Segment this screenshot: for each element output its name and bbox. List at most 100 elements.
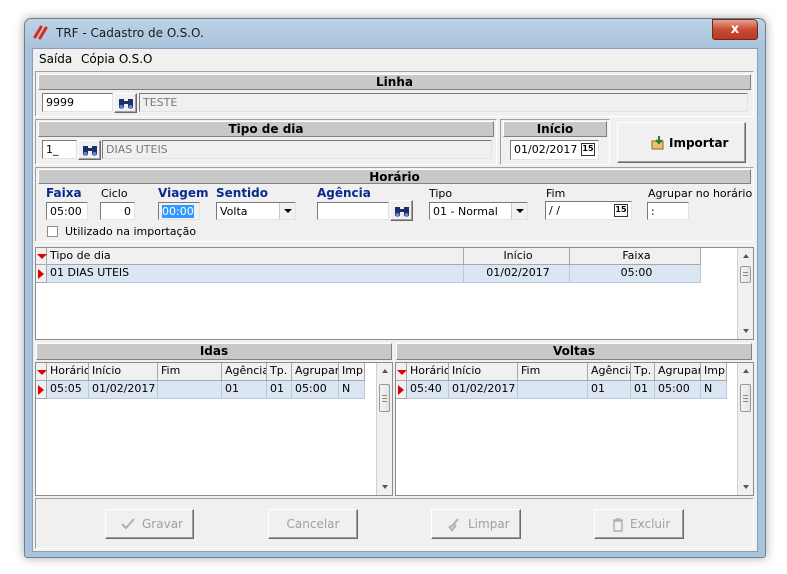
grip-line (743, 272, 748, 273)
row-indicator (396, 381, 407, 399)
table-cell[interactable]: 01 (631, 381, 655, 399)
grip-line (382, 395, 387, 396)
voltas-col-fim[interactable]: Fim (518, 363, 588, 381)
agencia-input[interactable] (317, 202, 389, 220)
agrupar-input[interactable]: : (647, 202, 689, 220)
sentido-dropdown-button[interactable] (279, 203, 295, 219)
linha-lookup-button[interactable] (114, 93, 137, 113)
sort-indicator-icon (37, 370, 47, 375)
table-cell[interactable]: N (701, 381, 727, 399)
fim-calendar-icon[interactable]: 15 (614, 204, 628, 217)
voltas-col-agencia[interactable]: Agência (588, 363, 631, 381)
tipo-select[interactable]: 01 - Normal (429, 202, 528, 220)
tipo-grid-scrollbar[interactable] (737, 248, 753, 339)
faixa-label: Faixa (46, 186, 82, 200)
linha-code-input[interactable]: 9999 (42, 93, 113, 112)
voltas-col-tp[interactable]: Tp. (631, 363, 655, 381)
idas-col-fim[interactable]: Fim (158, 363, 222, 381)
scroll-down-icon[interactable] (743, 485, 749, 489)
idas-col-imp[interactable]: Imp. (339, 363, 365, 381)
ciclo-input[interactable]: 0 (100, 202, 135, 220)
tipo-dia-lookup-button[interactable] (78, 140, 101, 160)
voltas-col-imp[interactable]: Imp. (701, 363, 727, 381)
table-cell[interactable]: 05:00 (292, 381, 339, 399)
voltas-col-horario[interactable]: Horário (407, 363, 449, 381)
idas-col-agrupar[interactable]: Agrupar (292, 363, 339, 381)
row-indicator (36, 265, 47, 283)
gravar-button[interactable]: Gravar (105, 509, 194, 539)
agencia-lookup-button[interactable] (390, 200, 413, 221)
current-row-icon (38, 385, 44, 395)
col-faixa[interactable]: Faixa (570, 248, 701, 265)
scroll-down-icon[interactable] (743, 329, 749, 333)
table-cell[interactable]: 05:00 (570, 265, 701, 283)
scroll-down-icon[interactable] (382, 485, 388, 489)
table-cell[interactable] (158, 381, 222, 399)
scroll-up-icon[interactable] (743, 369, 749, 373)
binoculars-icon (119, 99, 133, 109)
scroll-up-icon[interactable] (743, 254, 749, 258)
menu-copia-oso[interactable]: Cópia O.S.O (81, 52, 153, 66)
menu-saida[interactable]: Saída (39, 52, 72, 66)
table-cell[interactable]: 05:00 (655, 381, 701, 399)
excluir-button[interactable]: Excluir (594, 509, 684, 539)
limpar-button[interactable]: Limpar (431, 509, 521, 539)
idas-col-horario[interactable]: Horário (47, 363, 89, 381)
table-row[interactable]: 05:05 (47, 381, 89, 399)
idas-header: Idas (36, 343, 392, 360)
linha-name-field: TESTE (139, 93, 748, 112)
table-cell[interactable]: 01/02/2017 (449, 381, 518, 399)
table-cell[interactable] (518, 381, 588, 399)
table-cell[interactable]: 01/02/2017 (464, 265, 570, 283)
utilizado-label: Utilizado na importação (65, 225, 197, 238)
tipo-dia-code-input[interactable]: 1_ (42, 140, 77, 159)
faixa-input[interactable]: 05:00 (46, 202, 88, 220)
voltas-scrollbar[interactable] (737, 363, 753, 495)
chevron-down-icon (284, 209, 292, 213)
utilizado-checkbox[interactable] (47, 226, 58, 237)
table-row[interactable]: 05:40 (407, 381, 449, 399)
viagem-input[interactable]: 00:00 (158, 202, 200, 220)
table-cell[interactable]: 01 (267, 381, 292, 399)
table-row[interactable]: 01 DIAS UTEIS (47, 265, 464, 283)
idas-scrollbar[interactable] (376, 363, 392, 495)
trash-icon (613, 518, 623, 532)
tipo-dropdown-button[interactable] (511, 203, 527, 219)
inicio-date-text: 01/02/2017 (514, 143, 578, 156)
scroll-thumb[interactable] (740, 266, 751, 283)
idas-col-agencia[interactable]: Agência (222, 363, 267, 381)
calendar-icon[interactable]: 15 (581, 143, 595, 156)
grip-line (743, 401, 748, 402)
voltas-col-inicio[interactable]: Início (449, 363, 518, 381)
grip-line (743, 398, 748, 399)
cancelar-button[interactable]: Cancelar (268, 509, 358, 539)
voltas-grid-corner (396, 363, 407, 381)
col-tipo-dia[interactable]: Tipo de dia (47, 248, 464, 265)
row-indicator (36, 381, 47, 399)
viagem-value: 00:00 (162, 205, 194, 218)
excluir-label: Excluir (630, 517, 671, 531)
table-cell[interactable]: 01 (588, 381, 631, 399)
cancelar-label: Cancelar (286, 517, 340, 531)
linha-header: Linha (38, 74, 751, 90)
col-inicio[interactable]: Início (464, 248, 570, 265)
scroll-thumb[interactable] (379, 384, 390, 412)
sentido-select[interactable]: Volta (216, 202, 296, 220)
importar-button[interactable]: Importar (617, 122, 746, 163)
agrupar-label: Agrupar no horário (648, 187, 753, 200)
scroll-up-icon[interactable] (382, 369, 388, 373)
scroll-thumb[interactable] (740, 384, 751, 412)
grid-corner (36, 248, 47, 265)
close-button[interactable]: x (712, 19, 758, 40)
idas-col-tp[interactable]: Tp. (267, 363, 292, 381)
idas-grid-corner (36, 363, 47, 381)
sentido-label: Sentido (216, 186, 269, 200)
idas-col-inicio[interactable]: Início (89, 363, 158, 381)
voltas-col-agrupar[interactable]: Agrupar (655, 363, 701, 381)
table-cell[interactable]: 01 (222, 381, 267, 399)
close-icon: x (730, 22, 740, 37)
sentido-value: Volta (220, 205, 248, 218)
table-cell[interactable]: 01/02/2017 (89, 381, 158, 399)
table-cell[interactable]: N (339, 381, 365, 399)
window-title: TRF - Cadastro de O.S.O. (56, 26, 204, 40)
